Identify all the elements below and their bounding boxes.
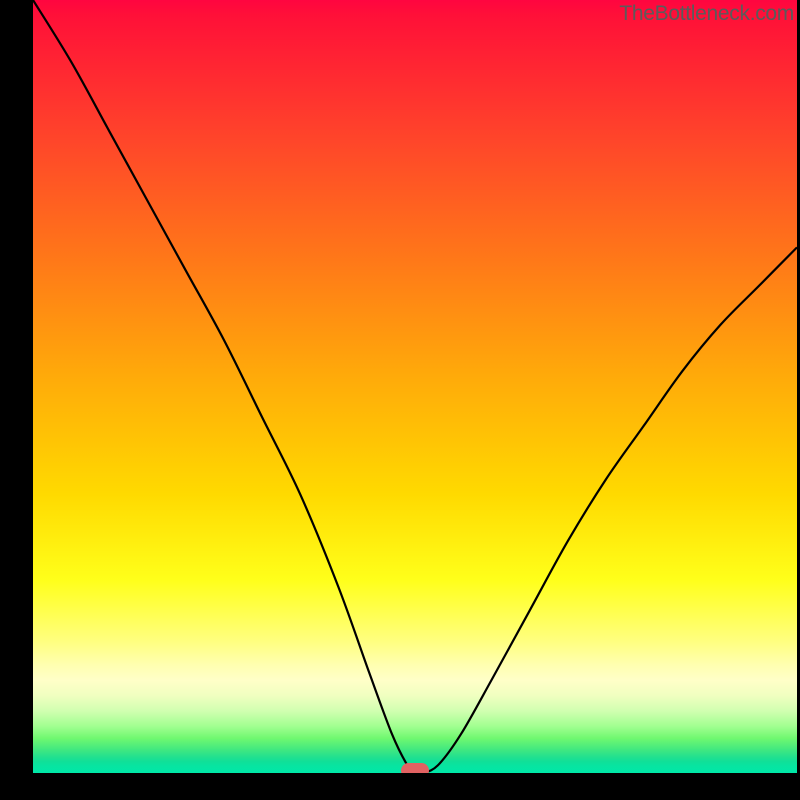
bottleneck-curve-path: [33, 0, 797, 773]
x-axis-margin: [0, 773, 800, 800]
y-axis-margin: [0, 0, 33, 800]
site-watermark: TheBottleneck.com: [619, 2, 794, 26]
bottleneck-curve-svg: [33, 0, 797, 773]
